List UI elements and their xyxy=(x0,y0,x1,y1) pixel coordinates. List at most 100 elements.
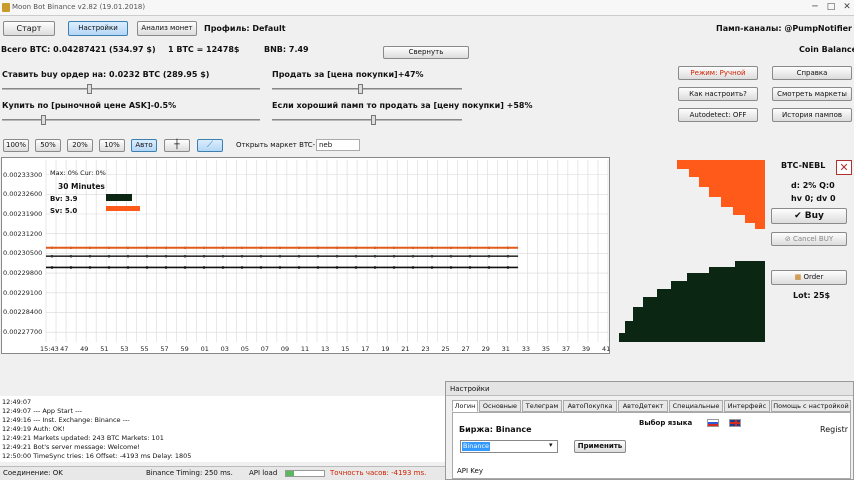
api-load-fill xyxy=(286,471,294,476)
zoom-20-button[interactable]: 20% xyxy=(67,139,93,152)
howto-button[interactable]: Как настроить? xyxy=(678,87,758,101)
sv-swatch xyxy=(106,206,140,211)
flag-en-icon[interactable] xyxy=(729,419,741,427)
series-point xyxy=(107,254,111,258)
help-button[interactable]: Справка xyxy=(772,66,852,80)
crosshair-icon[interactable]: ┼ xyxy=(164,139,190,152)
auto-button[interactable]: Авто xyxy=(131,139,157,152)
window-title: Moon Bot Binance v2.82 (19.01.2018) xyxy=(12,3,146,11)
zoom-10-button[interactable]: 10% xyxy=(99,139,125,152)
slider-thumb[interactable] xyxy=(357,84,363,94)
series-point xyxy=(506,254,510,258)
exchange-select-value: Binance xyxy=(462,442,490,451)
price-chart[interactable]: Max: 0% Cur: 0% 30 Minutes Bv: 3.9 Sv: 5… xyxy=(1,157,610,354)
order-button[interactable]: ▦ Order xyxy=(771,270,847,285)
y-tick-label: 0.00231900 xyxy=(3,210,43,218)
x-tick-label: 07 xyxy=(260,345,270,353)
series-point xyxy=(240,266,244,269)
tab-autodetect[interactable]: АвтоДетект xyxy=(618,400,668,412)
tab-setup-help[interactable]: Помощь с настройкой xyxy=(771,400,851,412)
series-point xyxy=(411,266,415,269)
series-point xyxy=(506,246,510,250)
good-pump-slider[interactable] xyxy=(272,115,462,125)
zoom-100-button[interactable]: 100% xyxy=(3,139,29,152)
close-icon[interactable]: ✕ xyxy=(840,2,854,12)
series-point xyxy=(430,254,434,258)
collapse-button[interactable]: Свернуть xyxy=(383,46,469,59)
series-point xyxy=(354,266,358,269)
series-point xyxy=(449,246,453,250)
settings-window[interactable]: Настройки Логин Основные Телеграм АвтоПо… xyxy=(445,381,854,480)
tab-telegram[interactable]: Телеграм xyxy=(522,400,562,412)
mode-button[interactable]: Режим: Ручной xyxy=(678,66,758,80)
start-button[interactable]: Старт xyxy=(3,21,55,36)
tab-main[interactable]: Основные xyxy=(479,400,521,412)
tab-autobuy[interactable]: АвтоПокупка xyxy=(563,400,617,412)
history-button[interactable]: История пампов xyxy=(772,108,852,122)
api-key-label: API Key xyxy=(457,467,483,475)
tab-special[interactable]: Специальные xyxy=(669,400,723,412)
x-tick-label: 17 xyxy=(361,345,370,353)
slider-thumb[interactable] xyxy=(87,84,93,94)
cancel-buy-button[interactable]: ⊘ Cancel BUY xyxy=(771,232,847,246)
series-point xyxy=(335,246,339,250)
series-point xyxy=(278,266,282,269)
series-point xyxy=(50,266,54,269)
markets-button[interactable]: Смотреть маркеты xyxy=(772,87,852,101)
x-tick-label: 27 xyxy=(461,345,470,353)
analysis-button[interactable]: Анализ монет xyxy=(137,21,197,36)
x-tick-label: 15 xyxy=(341,345,350,353)
flag-ru-icon[interactable] xyxy=(707,419,719,427)
series-point xyxy=(259,254,263,258)
buy-order-slider[interactable] xyxy=(2,84,260,94)
series-point xyxy=(392,254,396,258)
market-input[interactable]: neb xyxy=(316,139,360,151)
series-point xyxy=(449,266,453,269)
zoom-50-button[interactable]: 50% xyxy=(35,139,61,152)
series-point xyxy=(392,246,396,250)
tab-interface[interactable]: Интерфейс xyxy=(724,400,770,412)
buy-at-slider[interactable] xyxy=(2,115,260,125)
series-point xyxy=(202,246,206,250)
cancel-buy-label: Cancel BUY xyxy=(792,235,834,243)
series-point xyxy=(411,246,415,250)
open-market-label: Открыть маркет BTC- xyxy=(236,141,316,149)
minimize-icon[interactable]: ─ xyxy=(808,2,822,12)
chart-tool-icon[interactable]: ⟋ xyxy=(197,139,223,152)
settings-button[interactable]: Настройки xyxy=(68,21,128,36)
sell-for-slider[interactable] xyxy=(272,84,462,94)
app-icon xyxy=(2,3,10,12)
slider-thumb[interactable] xyxy=(370,115,376,125)
tab-login[interactable]: Логин xyxy=(452,400,478,412)
language-label: Выбор языка xyxy=(639,419,693,427)
x-tick-label: 13 xyxy=(321,345,330,353)
order-book-depth xyxy=(619,160,765,342)
log-line: 12:49:21 Bot's server message: Welcome! xyxy=(2,443,140,451)
x-tick-label: 01 xyxy=(200,345,209,353)
autodetect-button[interactable]: Autodetect: OFF xyxy=(678,108,758,122)
series-point xyxy=(506,266,510,269)
series-point xyxy=(126,254,130,258)
maximize-icon[interactable]: □ xyxy=(824,2,838,12)
series-point xyxy=(88,254,92,258)
close-market-icon[interactable]: ✕ xyxy=(836,160,852,175)
y-tick-label: 0.00229800 xyxy=(3,269,43,278)
total-btc-label: Всего BTC: 0.04287421 (534.97 $) xyxy=(1,45,156,54)
pump-channels-label: Памп-каналы: @PumpNotifier xyxy=(716,24,852,33)
exchange-select[interactable]: Binance ▾ xyxy=(460,440,558,453)
series-point xyxy=(316,254,320,258)
chevron-down-icon: ▾ xyxy=(549,441,553,449)
log-line: 12:49:21 Markets updated: 243 BTC Market… xyxy=(2,434,164,442)
apply-button[interactable]: Применить xyxy=(574,440,626,453)
series-point xyxy=(69,246,73,250)
series-point xyxy=(373,266,377,269)
series-point xyxy=(354,254,358,258)
x-tick-label: 15:43 xyxy=(40,345,59,353)
bnb-label: BNB: 7.49 xyxy=(264,45,309,54)
buy-button[interactable]: ✔ Buy xyxy=(771,208,847,224)
x-tick-label: 25 xyxy=(441,345,450,353)
buy-order-label: Ставить buy ордер на: 0.0232 BTC (289.95… xyxy=(2,70,210,79)
x-tick-label: 09 xyxy=(280,345,290,353)
coin-balance-label: Coin Balance xyxy=(799,45,854,54)
slider-thumb[interactable] xyxy=(40,115,46,125)
